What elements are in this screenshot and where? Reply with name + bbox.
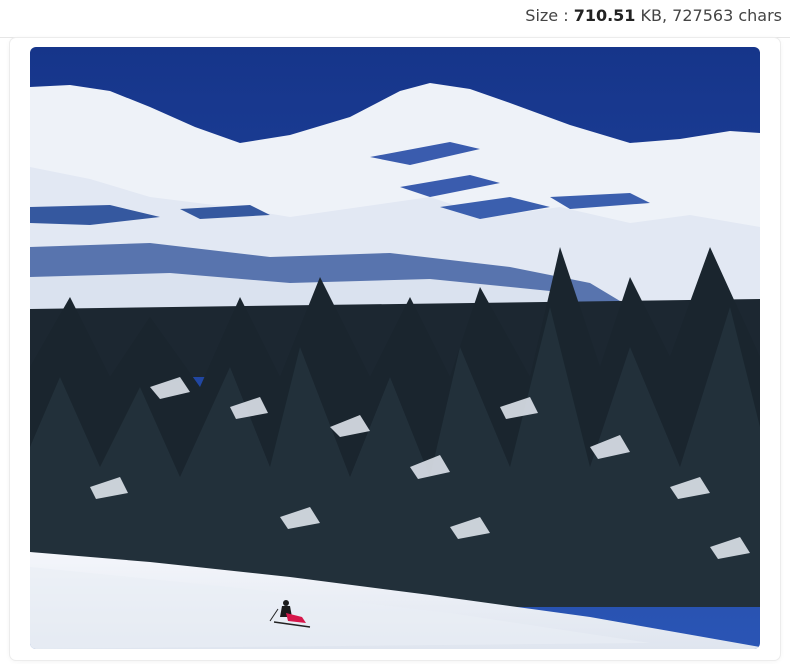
landscape-photo: [30, 47, 760, 649]
size-unit: KB,: [635, 6, 673, 25]
file-size-info: Size : 710.51 KB, 727563 chars: [525, 6, 782, 25]
preview-image[interactable]: [30, 47, 760, 649]
size-value: 710.51: [573, 6, 636, 25]
info-bar: Size : 710.51 KB, 727563 chars: [0, 0, 790, 38]
size-label: Size :: [525, 6, 574, 25]
char-count: 727563 chars: [672, 6, 782, 25]
